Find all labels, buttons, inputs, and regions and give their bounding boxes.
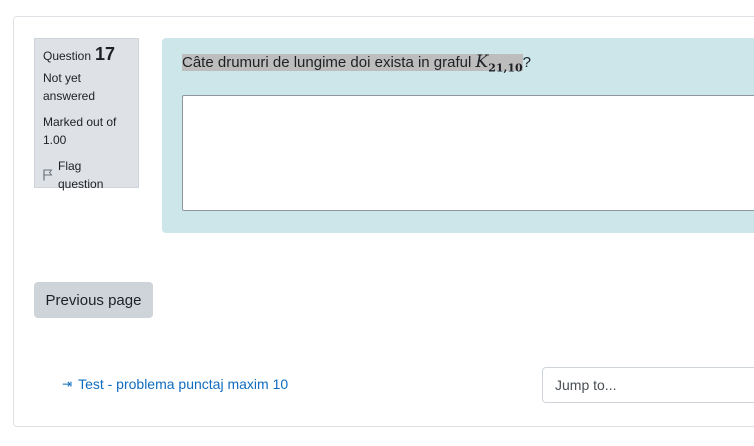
question-info-panel: Question 17 Not yet answered Marked out … xyxy=(34,38,139,191)
question-content: Câte drumuri de lungime doi exista in gr… xyxy=(162,38,754,233)
question-number: 17 xyxy=(95,44,116,64)
jump-to-placeholder: Jump to... xyxy=(555,377,617,393)
flag-question-button[interactable]: Flag question xyxy=(43,157,130,193)
question-grade: Marked out of 1.00 xyxy=(43,115,117,147)
question-text-body: Câte drumuri de lungime doi exista in gr… xyxy=(182,54,472,71)
arrow-right-to-bar-icon: ⇥ xyxy=(62,377,73,391)
flag-icon xyxy=(43,169,53,181)
graph-symbol-letter: K xyxy=(475,52,489,72)
question-state: Not yet answered xyxy=(43,71,96,103)
graph-symbol-subscript: 21,10 xyxy=(488,61,523,75)
answer-textarea[interactable] xyxy=(182,95,754,211)
previous-page-button[interactable]: Previous page xyxy=(34,282,153,318)
flag-question-label: Flag question xyxy=(58,159,104,191)
quiz-navigation-link[interactable]: ⇥ Test - problema punctaj maxim 10 xyxy=(62,376,288,392)
question-text-highlight: Câte drumuri de lungime doi exista in gr… xyxy=(182,52,523,75)
quiz-navigation-label: Test - problema punctaj maxim 10 xyxy=(78,376,289,392)
graph-symbol: K21,10 xyxy=(475,52,523,75)
jump-to-select[interactable]: Jump to... xyxy=(542,367,754,403)
question-text: Câte drumuri de lungime doi exista in gr… xyxy=(182,51,531,79)
question-text-suffix: ? xyxy=(522,54,531,71)
question-number-row: Question 17 xyxy=(43,45,130,65)
quiz-page: Question 17 Not yet answered Marked out … xyxy=(0,0,754,446)
question-label: Question xyxy=(43,49,92,63)
